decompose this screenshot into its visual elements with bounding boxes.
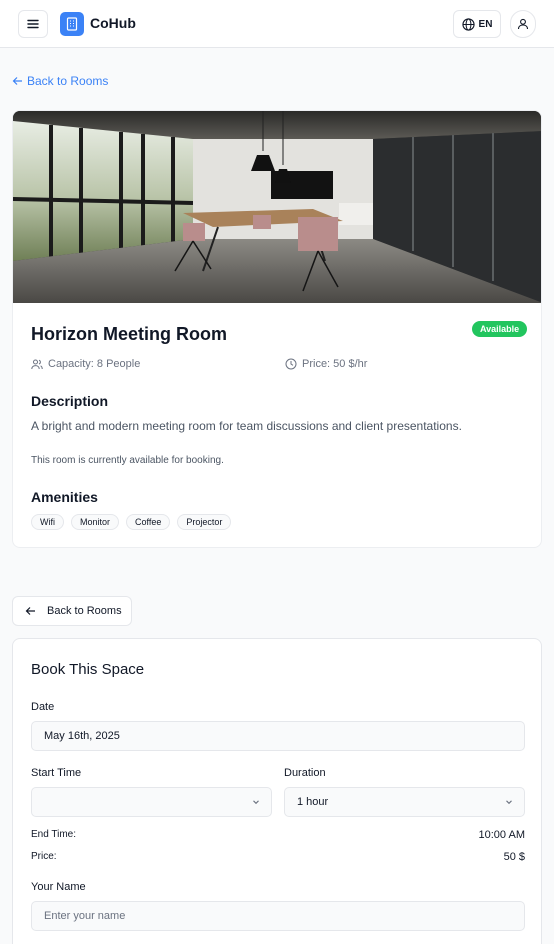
- room-photo: [13, 111, 541, 303]
- date-label: Date: [31, 701, 55, 713]
- amenity-chip: Wifi: [31, 514, 64, 530]
- end-time-row: End Time: 10:00 AM: [31, 829, 525, 841]
- menu-icon: [27, 19, 39, 29]
- back-to-rooms-button[interactable]: Back to Rooms: [12, 596, 132, 626]
- brand-name: CoHub: [90, 15, 136, 31]
- back-button-label: Back to Rooms: [47, 605, 122, 617]
- capacity-text: Capacity: 8 People: [48, 358, 141, 370]
- price-value: 50 $: [503, 851, 525, 863]
- top-navbar: CoHub EN: [0, 0, 554, 48]
- date-value: May 16th, 2025: [44, 730, 120, 742]
- end-time-value: 10:00 AM: [478, 829, 525, 841]
- back-link-label: Back to Rooms: [27, 74, 109, 88]
- booking-card: Book This Space Date May 16th, 2025 Star…: [12, 638, 542, 944]
- start-time-label: Start Time: [31, 767, 82, 779]
- room-title: Horizon Meeting Room: [31, 324, 227, 344]
- building-icon: [66, 17, 78, 31]
- description-heading: Description: [31, 393, 109, 409]
- users-icon: [31, 359, 43, 369]
- room-description: A bright and modern meeting room for tea…: [31, 419, 462, 433]
- back-to-rooms-link[interactable]: Back to Rooms: [12, 74, 108, 88]
- name-label: Your Name: [31, 881, 86, 893]
- amenity-chip: Projector: [177, 514, 232, 530]
- logo[interactable]: [60, 12, 84, 36]
- name-field[interactable]: [31, 901, 525, 931]
- end-time-label: End Time:: [31, 829, 77, 840]
- price-label: Price:: [31, 851, 57, 862]
- booking-title: Book This Space: [31, 661, 145, 678]
- duration-label: Duration: [284, 767, 326, 779]
- status-badge: Available: [472, 321, 528, 337]
- availability-note: This room is currently available for boo…: [31, 455, 224, 466]
- price-row: Price: 50 $: [31, 851, 525, 863]
- user-menu-button[interactable]: [510, 10, 536, 38]
- language-label: EN: [478, 18, 493, 30]
- amenities-heading: Amenities: [31, 489, 98, 505]
- user-icon: [517, 18, 529, 30]
- duration-select[interactable]: 1 hour: [284, 787, 525, 817]
- room-details-card: Horizon Meeting Room Available Capacity:…: [12, 110, 542, 548]
- menu-button[interactable]: [18, 10, 48, 38]
- name-input[interactable]: [44, 910, 524, 922]
- chevron-down-icon: [506, 800, 512, 805]
- chevron-down-icon: [253, 800, 259, 805]
- date-picker[interactable]: May 16th, 2025: [31, 721, 525, 751]
- arrow-left-icon: [12, 77, 22, 85]
- amenities-list: Wifi Monitor Coffee Projector: [31, 514, 232, 530]
- start-time-select[interactable]: [31, 787, 272, 817]
- duration-value: 1 hour: [297, 796, 329, 808]
- globe-icon: [461, 17, 475, 31]
- clock-icon: [285, 358, 297, 370]
- arrow-left-icon: [25, 607, 35, 615]
- amenity-chip: Coffee: [126, 514, 171, 530]
- room-price: Price: 50 $/hr: [285, 358, 367, 370]
- price-text: Price: 50 $/hr: [302, 358, 368, 370]
- language-button[interactable]: EN: [453, 10, 501, 38]
- amenity-chip: Monitor: [71, 514, 120, 530]
- room-capacity: Capacity: 8 People: [31, 358, 140, 370]
